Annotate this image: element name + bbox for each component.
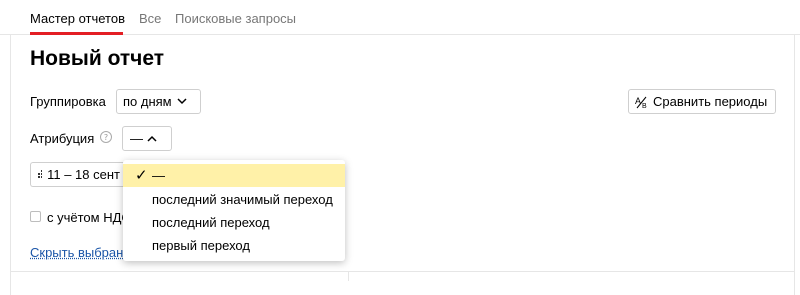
attribution-select[interactable]: — bbox=[122, 126, 172, 151]
attribution-dropdown: ✓ — последний значимый переход последний… bbox=[123, 160, 345, 261]
attribution-option-last-significant[interactable]: последний значимый переход bbox=[123, 188, 345, 211]
page-title: Новый отчет bbox=[30, 47, 165, 70]
calendar-icon bbox=[38, 169, 43, 178]
checkmark-icon: ✓ bbox=[135, 166, 148, 184]
option-label: последний значимый переход bbox=[152, 192, 333, 207]
attribution-option-first[interactable]: первый переход bbox=[123, 234, 345, 257]
vat-checkbox[interactable] bbox=[30, 211, 41, 222]
grouping-select[interactable]: по дням bbox=[116, 89, 201, 114]
compare-icon: A B bbox=[635, 96, 647, 109]
grouping-label: Группировка bbox=[30, 94, 106, 109]
hide-selected-link[interactable]: Скрыть выбранные bbox=[30, 245, 126, 260]
option-label: первый переход bbox=[152, 238, 250, 253]
grouping-value: по дням bbox=[123, 94, 172, 109]
chevron-up-icon bbox=[147, 135, 157, 142]
tab-report-master[interactable]: Мастер отчетов bbox=[30, 11, 125, 26]
chevron-down-icon bbox=[177, 98, 187, 105]
date-range-picker[interactable]: 11 – 18 сент bbox=[30, 162, 126, 187]
attribution-option-last[interactable]: последний переход bbox=[123, 211, 345, 234]
svg-text:B: B bbox=[642, 103, 647, 109]
column-divider bbox=[348, 271, 349, 281]
option-label: — bbox=[152, 168, 165, 183]
help-icon[interactable]: ? bbox=[100, 131, 112, 143]
compare-periods-button[interactable]: A B Сравнить периоды bbox=[628, 89, 776, 114]
attribution-value: — bbox=[130, 131, 143, 146]
attribution-label: Атрибуция bbox=[30, 131, 95, 146]
vat-label: с учётом НДС bbox=[47, 210, 124, 225]
attribution-option-none[interactable]: ✓ — bbox=[123, 164, 345, 187]
divider bbox=[10, 271, 795, 272]
option-label: последний переход bbox=[152, 215, 270, 230]
date-range-value: 11 – 18 сент bbox=[47, 167, 120, 182]
tab-all[interactable]: Все bbox=[139, 11, 161, 26]
compare-periods-label: Сравнить периоды bbox=[653, 94, 768, 109]
tab-search-queries[interactable]: Поисковые запросы bbox=[175, 11, 296, 26]
